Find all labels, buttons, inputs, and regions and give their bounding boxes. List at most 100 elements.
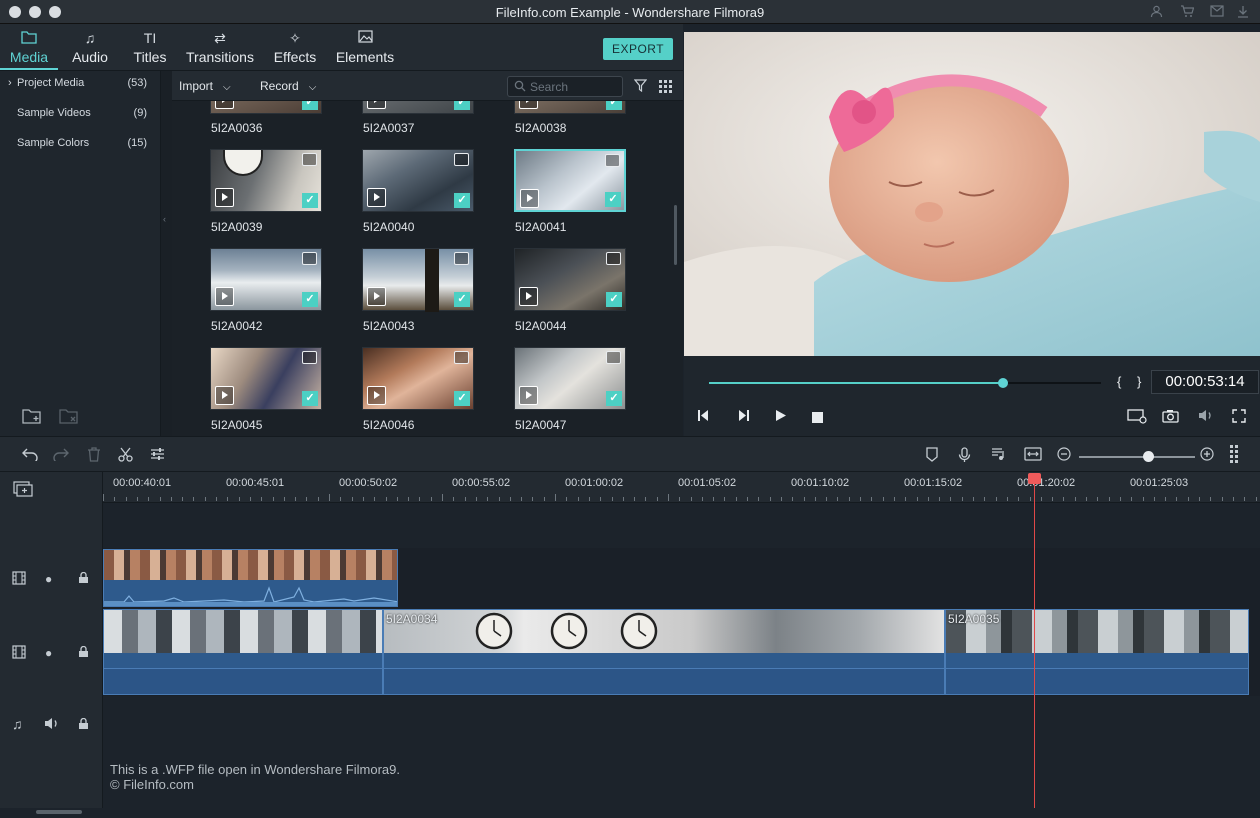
sidebar-item-project-media[interactable]: › Project Media (53): [0, 72, 161, 94]
play-button[interactable]: [774, 409, 787, 425]
delete-trash-icon[interactable]: [87, 447, 101, 466]
ruler-tick: [386, 497, 387, 501]
checkmark-icon: ✓: [302, 292, 318, 307]
ruler-tick: [905, 497, 906, 501]
clip-audio-gap: [104, 654, 382, 666]
mail-icon[interactable]: [1210, 5, 1224, 20]
snapshot-camera-icon[interactable]: [1162, 409, 1179, 426]
account-icon[interactable]: [1150, 5, 1163, 21]
search-input[interactable]: [530, 79, 618, 94]
media-thumbnail[interactable]: ✓: [210, 347, 322, 410]
stop-button[interactable]: [812, 410, 823, 426]
sidebar-item-sample-videos[interactable]: Sample Videos (9): [0, 102, 161, 124]
undo-icon[interactable]: [22, 447, 38, 465]
tab-titles[interactable]: TI Titles: [124, 24, 176, 70]
timeline-scrollbar[interactable]: [36, 810, 82, 814]
zoom-slider-handle[interactable]: [1143, 451, 1154, 462]
import-dropdown[interactable]: Import ⌵: [179, 79, 231, 93]
media-grid-scrollbar[interactable]: [674, 205, 677, 265]
media-thumbnail[interactable]: ✓: [514, 248, 626, 311]
timecode-display: 00:00:53:14: [1151, 370, 1259, 394]
fullscreen-icon[interactable]: [1232, 409, 1246, 426]
new-folder-icon[interactable]: [22, 408, 42, 427]
track-lock-icon[interactable]: [78, 717, 89, 733]
cart-icon[interactable]: [1180, 5, 1195, 21]
media-thumbnail[interactable]: ✓: [210, 248, 322, 311]
film-strip-icon: [605, 154, 620, 167]
seek-bar[interactable]: [709, 378, 1101, 388]
split-scissors-icon[interactable]: [118, 447, 133, 466]
export-button[interactable]: EXPORT: [603, 38, 673, 60]
playhead-line[interactable]: [1034, 480, 1035, 808]
tab-audio[interactable]: ♫ Audio: [62, 24, 118, 70]
sidebar-collapse-handle[interactable]: ‹: [161, 71, 172, 436]
marker-shield-icon[interactable]: [926, 447, 938, 466]
media-thumbnail-selected[interactable]: ✓: [514, 149, 626, 212]
ruler-tick: [566, 497, 567, 501]
ruler-tick: [148, 497, 149, 501]
media-thumbnail[interactable]: ✓: [514, 101, 626, 114]
tab-elements[interactable]: Elements: [331, 24, 399, 70]
grid-view-icon[interactable]: [659, 80, 672, 96]
media-thumbnail[interactable]: ✓: [514, 347, 626, 410]
media-thumbnail[interactable]: ✓: [210, 149, 322, 212]
seek-handle[interactable]: [998, 378, 1008, 388]
ruler-label: 00:00:55:02: [452, 477, 511, 489]
time-ruler[interactable]: 00:00:40:01 00:00:45:01 00:00:50:02 00:00:5…: [103, 472, 1260, 503]
fit-timeline-icon[interactable]: [1024, 447, 1042, 465]
zoom-in-icon[interactable]: [1200, 447, 1214, 465]
media-thumbnail[interactable]: ✓: [362, 347, 474, 410]
clip-name: 5I2A0040: [363, 220, 415, 234]
player-controls: { } 00:00:53:14: [684, 356, 1260, 436]
ruler-tick: [431, 497, 432, 501]
panel-grip-icon[interactable]: [1230, 445, 1240, 469]
timeline-clip[interactable]: 5I2A0034: [383, 609, 945, 695]
ruler-tick: [137, 497, 138, 501]
audio-mixer-icon[interactable]: [991, 447, 1006, 465]
adjust-sliders-icon[interactable]: [150, 447, 165, 465]
ruler-tick: [1041, 497, 1042, 501]
timeline-clip[interactable]: [103, 549, 398, 607]
record-dropdown[interactable]: Record ⌵: [260, 79, 316, 93]
track-mute-speaker-icon[interactable]: [44, 717, 60, 733]
tab-media[interactable]: Media: [0, 24, 58, 70]
track-lock-icon[interactable]: [78, 645, 89, 661]
tab-transitions[interactable]: ⇄ Transitions: [181, 24, 259, 70]
add-track-icon[interactable]: [13, 481, 33, 500]
mark-in-button[interactable]: {: [1117, 374, 1121, 389]
step-forward-button[interactable]: [736, 409, 750, 425]
playhead-handle[interactable]: [1028, 473, 1041, 484]
sidebar-item-sample-colors[interactable]: Sample Colors (15): [0, 132, 161, 154]
media-thumbnail[interactable]: ✓: [362, 149, 474, 212]
ruler-tick: [1097, 497, 1098, 501]
ruler-tick: [736, 497, 737, 501]
timeline-clip[interactable]: 5I2A0035: [945, 609, 1249, 695]
delete-folder-icon[interactable]: [59, 408, 79, 427]
track-visibility-eye-icon[interactable]: ●: [45, 646, 52, 660]
track-lock-icon[interactable]: [78, 571, 89, 587]
zoom-out-icon[interactable]: [1057, 447, 1071, 465]
clip-name: 5I2A0037: [363, 121, 415, 135]
download-icon[interactable]: [1237, 5, 1249, 21]
timeline-clip[interactable]: [103, 609, 383, 695]
ruler-tick: [702, 497, 703, 501]
redo-icon[interactable]: [53, 447, 69, 465]
tab-effects[interactable]: ✧ Effects: [266, 24, 324, 70]
ruler-tick: [691, 497, 692, 501]
media-thumbnail[interactable]: ✓: [362, 101, 474, 114]
track-visibility-eye-icon[interactable]: ●: [45, 572, 52, 586]
mark-out-button[interactable]: }: [1137, 374, 1141, 389]
film-strip-icon: [302, 351, 317, 364]
microphone-icon[interactable]: [958, 447, 971, 467]
filter-icon[interactable]: [633, 79, 648, 95]
preview-viewer: [684, 32, 1260, 356]
media-thumbnail[interactable]: ✓: [210, 101, 322, 114]
media-thumbnail[interactable]: ✓: [362, 248, 474, 312]
display-settings-icon[interactable]: [1127, 409, 1147, 427]
step-back-button[interactable]: [697, 409, 711, 425]
volume-icon[interactable]: [1198, 409, 1214, 425]
ruler-tick: [815, 497, 816, 501]
preview-frame-image: [684, 32, 1260, 356]
clip-name: 5I2A0044: [515, 319, 567, 333]
zoom-slider[interactable]: [1079, 456, 1195, 458]
